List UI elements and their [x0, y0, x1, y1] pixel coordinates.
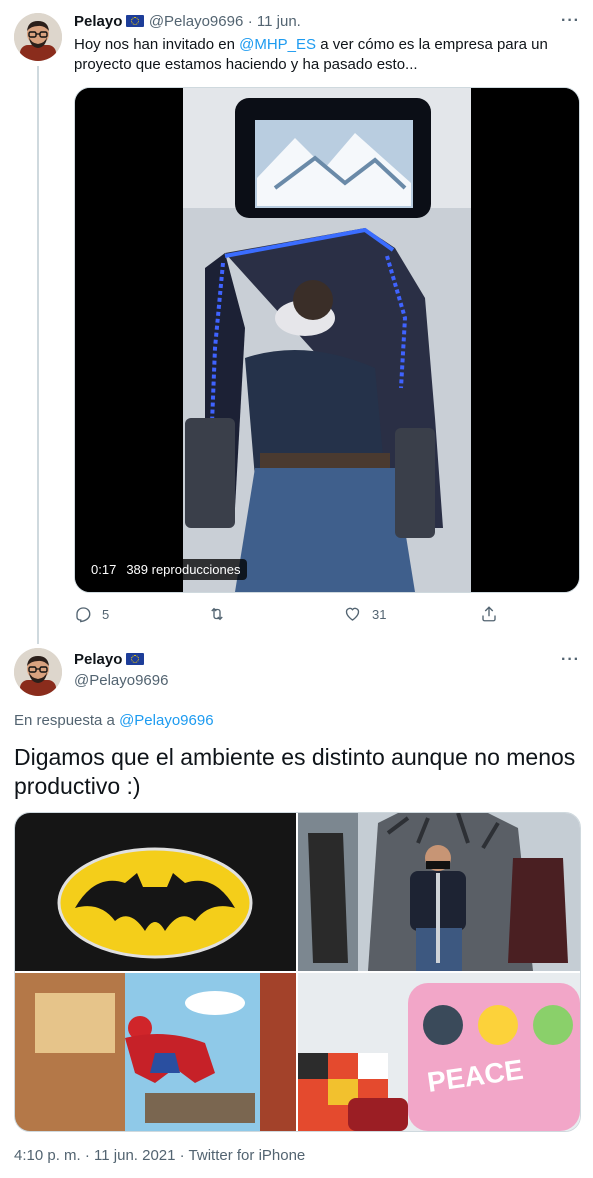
tweet2-text: Digamos que el ambiente es distinto aunq… — [14, 744, 576, 799]
tweet-date[interactable]: · 11 jun. — [248, 13, 301, 30]
reply-to-link[interactable]: @Pelayo9696 — [119, 712, 213, 729]
like-icon — [345, 607, 360, 621]
share-icon — [482, 606, 496, 622]
author-handle[interactable]: @Pelayo9696 — [149, 13, 243, 30]
author-name[interactable]: Pelayo — [74, 651, 122, 668]
author-name[interactable]: Pelayo — [74, 13, 122, 30]
photo-grid: PEACE — [14, 812, 581, 1132]
reply-count: 5 — [102, 606, 110, 622]
photo-batman[interactable] — [15, 813, 296, 971]
tweet-timestamp[interactable]: 4:10 p. m. · 11 jun. 2021 · Twitter for … — [14, 1147, 305, 1164]
retweet-button[interactable] — [207, 605, 237, 623]
like-button[interactable]: 31 — [343, 605, 386, 623]
reply-context: En respuesta a @Pelayo9696 — [14, 712, 214, 729]
more-icon[interactable]: ··· — [561, 12, 580, 30]
retweet-icon — [211, 607, 223, 621]
avatar[interactable] — [14, 13, 62, 61]
mention-link[interactable]: @MHP_ES — [239, 36, 316, 53]
reply-prefix: En respuesta a — [14, 712, 120, 729]
more-icon[interactable]: ··· — [561, 651, 580, 669]
video-info: 0:17 389 reproducciones — [85, 559, 247, 580]
photo-throne[interactable] — [298, 813, 580, 971]
reply-icon — [76, 607, 91, 623]
photo-spiderman[interactable] — [15, 973, 296, 1131]
video-player[interactable]: 0:17 389 reproducciones — [74, 87, 580, 593]
video-views: 389 reproducciones — [120, 559, 247, 580]
tweet-text-pre: Hoy nos han invitado en — [74, 36, 240, 53]
share-button[interactable] — [480, 605, 498, 623]
reply-button[interactable]: 5 — [74, 605, 109, 623]
eu-flag-icon — [126, 653, 145, 665]
tweet-header: Pelayo @Pelayo9696 · 11 jun. — [74, 13, 301, 31]
eu-flag-icon — [126, 15, 145, 27]
author-handle[interactable]: @Pelayo9696 — [74, 672, 168, 689]
video-time: 0:17 — [91, 562, 117, 577]
photo-peace-van[interactable]: PEACE — [298, 973, 580, 1131]
tweet-text: Hoy nos han invitado en @MHP_ES a ver có… — [74, 35, 564, 75]
thread-line — [37, 66, 39, 644]
like-count: 31 — [372, 606, 387, 622]
avatar[interactable] — [14, 648, 62, 696]
video-frame — [75, 88, 579, 592]
tweet2-name-row: Pelayo — [74, 651, 145, 669]
